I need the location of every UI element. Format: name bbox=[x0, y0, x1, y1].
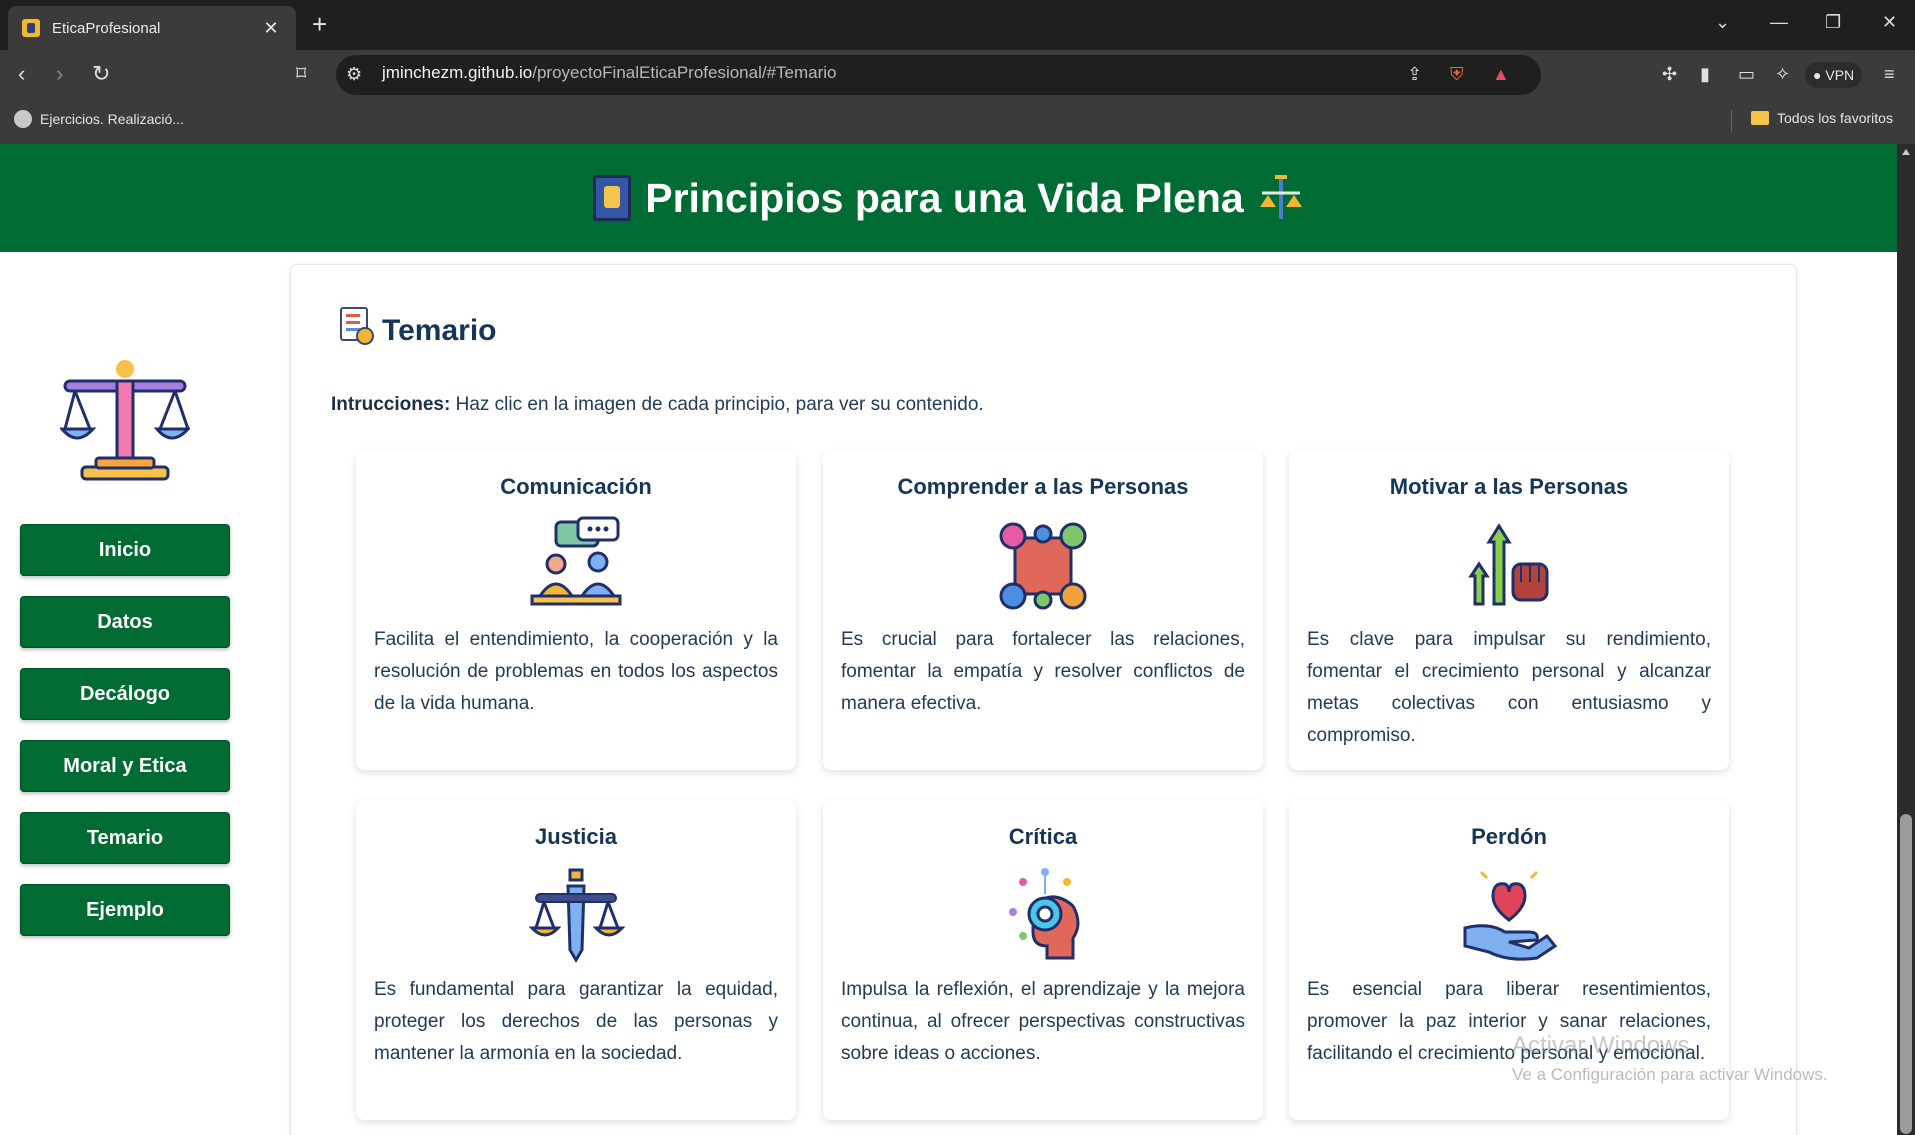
scale-sword-icon bbox=[1259, 175, 1302, 219]
book-icon bbox=[593, 175, 632, 221]
all-bookmarks-label: Todos los favoritos bbox=[1777, 110, 1893, 126]
vpn-button[interactable]: ● VPN bbox=[1805, 62, 1863, 88]
principle-description: Es clave para impulsar su rendimiento, f… bbox=[1307, 629, 1711, 746]
principle-title: Perdón bbox=[1471, 824, 1547, 849]
nav-inicio-button[interactable]: Inicio bbox=[20, 524, 230, 576]
motivation-fist-icon[interactable] bbox=[1459, 516, 1559, 616]
windows-activation-hint: Ve a Configuración para activar Windows. bbox=[1512, 1065, 1828, 1084]
bookmark-item[interactable]: Ejercicios. Realizació... bbox=[14, 110, 184, 128]
url-text[interactable]: jminchezm.github.io/proyectoFinalEticaPr… bbox=[382, 63, 837, 83]
bookmark-icon[interactable]: ⌑ bbox=[296, 62, 306, 86]
syllabus-document-icon bbox=[340, 307, 374, 345]
principle-card-comprender: Comprender a las Personas Es crucial par… bbox=[823, 450, 1263, 770]
tab-search-chevron-icon[interactable]: ⌄ bbox=[1715, 12, 1730, 33]
nav-decalogo-label: Decálogo bbox=[79, 682, 171, 705]
share-icon[interactable]: ⇪ bbox=[1407, 64, 1422, 85]
principle-title: Motivar a las Personas bbox=[1389, 474, 1629, 499]
nav-inicio-label: Inicio bbox=[98, 538, 152, 561]
scrollbar-thumb[interactable] bbox=[1900, 814, 1912, 1134]
restore-icon[interactable]: ❐ bbox=[1825, 12, 1841, 33]
heart-hand-icon[interactable] bbox=[1459, 866, 1559, 966]
folder-icon bbox=[1751, 111, 1769, 125]
book-favicon-icon bbox=[22, 19, 40, 37]
principle-title: Crítica bbox=[1008, 824, 1078, 849]
forward-icon[interactable]: › bbox=[56, 62, 63, 86]
bookmark-divider bbox=[1731, 110, 1732, 132]
wallet-icon[interactable]: ▭ bbox=[1738, 64, 1755, 85]
instructions: Intrucciones: Haz clic en la imagen de c… bbox=[331, 394, 984, 416]
close-tab-icon[interactable]: ✕ bbox=[260, 18, 282, 39]
principle-description: Es crucial para fortalecer las relacione… bbox=[841, 629, 1245, 714]
brave-shield-icon[interactable]: ⛨ bbox=[1450, 64, 1464, 85]
leo-ai-icon[interactable]: ✧ bbox=[1775, 64, 1790, 85]
principle-title: Justicia bbox=[535, 824, 617, 849]
extensions-icon[interactable]: ✣ bbox=[1662, 64, 1677, 85]
menu-icon[interactable]: ≡ bbox=[1884, 64, 1895, 85]
justice-scale-icon[interactable] bbox=[526, 866, 626, 966]
brave-rewards-icon[interactable]: ▲ bbox=[1492, 64, 1510, 85]
communication-icon[interactable] bbox=[526, 516, 626, 616]
principle-title: Comunicación bbox=[500, 474, 652, 499]
nav-moral-etica-button[interactable]: Moral y Etica bbox=[20, 740, 230, 792]
tab-title: EticaProfesional bbox=[52, 19, 161, 37]
nav-temario-button[interactable]: Temario bbox=[20, 812, 230, 864]
principle-card-justicia: Justicia Es fundamental para garantizar … bbox=[356, 800, 796, 1120]
principle-card-critica: Crítica Impulsa la reflexión, el aprendi… bbox=[823, 800, 1263, 1120]
principle-card-motivar: Motivar a las Personas Es clave para imp… bbox=[1289, 450, 1729, 770]
minimize-icon[interactable]: — bbox=[1770, 12, 1788, 33]
principle-description: Facilita el entendimiento, la cooperació… bbox=[374, 629, 778, 714]
close-window-icon[interactable]: ✕ bbox=[1882, 12, 1897, 33]
browser-tab[interactable]: EticaProfesional ✕ bbox=[8, 6, 296, 50]
instructions-text: Haz clic en la imagen de cada principio,… bbox=[450, 394, 984, 415]
instructions-label: Intrucciones: bbox=[331, 394, 451, 415]
page-scrollbar[interactable] bbox=[1897, 144, 1915, 1135]
web-page: Principios para una Vida Plena Inicio Da… bbox=[0, 144, 1897, 1135]
nav-moral-etica-label: Moral y Etica bbox=[63, 754, 187, 777]
site-settings-icon[interactable]: ⚙ bbox=[346, 64, 362, 85]
globe-icon bbox=[14, 110, 32, 128]
site-header: Principios para una Vida Plena bbox=[0, 144, 1897, 252]
reload-icon[interactable]: ↻ bbox=[92, 62, 110, 86]
principle-description: Impulsa la reflexión, el aprendizaje y l… bbox=[841, 979, 1245, 1064]
justice-scale-logo-icon bbox=[60, 360, 190, 481]
nav-datos-label: Datos bbox=[97, 610, 153, 633]
section-title: Temario bbox=[382, 314, 497, 347]
nav-ejemplo-button[interactable]: Ejemplo bbox=[20, 884, 230, 936]
windows-activation-watermark: Activar Windows bbox=[1512, 1032, 1690, 1059]
bookmark-label: Ejercicios. Realizació... bbox=[40, 111, 184, 127]
principle-title: Comprender a las Personas bbox=[897, 474, 1189, 499]
puzzle-people-icon[interactable] bbox=[993, 516, 1093, 616]
sidebar-toggle-icon[interactable]: ▮ bbox=[1700, 64, 1710, 85]
principle-description: Es fundamental para garantizar la equida… bbox=[374, 979, 778, 1064]
all-bookmarks-folder[interactable]: Todos los favoritos bbox=[1751, 110, 1893, 126]
nav-ejemplo-label: Ejemplo bbox=[86, 898, 164, 921]
nav-decalogo-button[interactable]: Decálogo bbox=[20, 668, 230, 720]
critical-thinking-icon[interactable] bbox=[993, 866, 1093, 966]
bookmarks-bar bbox=[0, 100, 1915, 144]
back-icon[interactable]: ‹ bbox=[18, 62, 25, 86]
nav-temario-label: Temario bbox=[86, 826, 164, 849]
principle-card-comunicacion: Comunicación Facilita el entendimiento, … bbox=[356, 450, 796, 770]
nav-datos-button[interactable]: Datos bbox=[20, 596, 230, 648]
section-heading: Temario bbox=[340, 307, 497, 348]
scroll-up-icon[interactable] bbox=[1902, 149, 1910, 155]
page-title: Principios para una Vida Plena bbox=[645, 174, 1244, 221]
new-tab-icon[interactable]: + bbox=[312, 10, 327, 38]
browser-tabbar: EticaProfesional ✕ + ⌄ — ❐ ✕ bbox=[0, 0, 1915, 50]
